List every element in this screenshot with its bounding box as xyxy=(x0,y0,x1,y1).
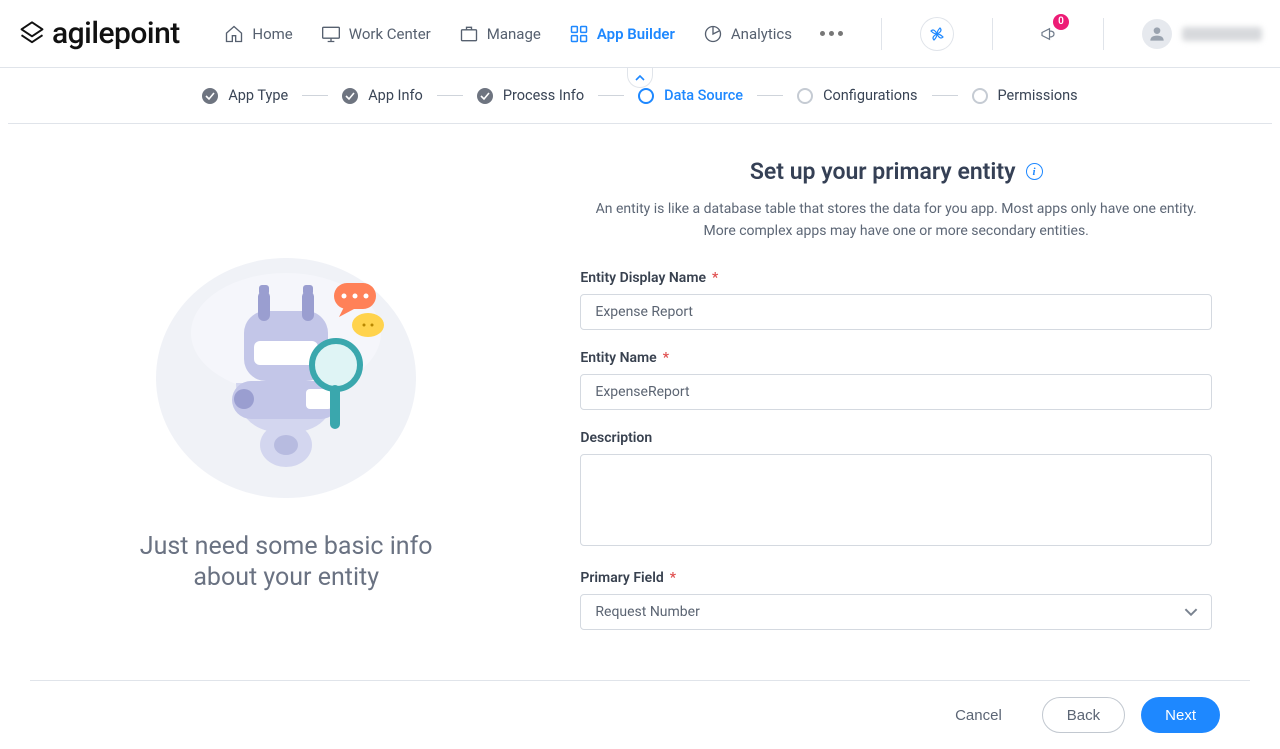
nav-home[interactable]: Home xyxy=(224,0,292,68)
notification-badge: 0 xyxy=(1053,14,1069,30)
step-data-source[interactable]: Data Source xyxy=(638,87,743,104)
step-connector xyxy=(302,95,328,96)
username-placeholder xyxy=(1182,27,1262,41)
main-nav: Home Work Center Manage App Builder Anal… xyxy=(224,0,1262,68)
header: agilepoint Home Work Center Manage App B… xyxy=(0,0,1280,68)
radio-current-icon xyxy=(638,88,654,104)
info-icon[interactable]: i xyxy=(1026,163,1043,180)
back-button[interactable]: Back xyxy=(1042,697,1125,733)
nav-label: Home xyxy=(252,25,292,43)
step-connector xyxy=(598,95,624,96)
avatar-icon xyxy=(1142,19,1172,49)
nav-workcenter[interactable]: Work Center xyxy=(321,0,431,68)
entity-display-name-input[interactable] xyxy=(580,294,1212,330)
apps-button[interactable] xyxy=(920,17,954,51)
step-app-type[interactable]: App Type xyxy=(202,87,288,104)
divider xyxy=(881,18,882,50)
content-area: Just need some basic info about your ent… xyxy=(0,124,1280,680)
home-icon xyxy=(224,24,244,44)
required-indicator: * xyxy=(663,350,669,366)
step-connector xyxy=(932,95,958,96)
step-connector xyxy=(437,95,463,96)
primary-field-label: Primary Field xyxy=(580,570,663,586)
required-indicator: * xyxy=(712,270,718,286)
grid-icon xyxy=(569,24,589,44)
entity-form: Entity Display Name * Entity Name * Descri… xyxy=(580,270,1212,630)
radio-empty-icon xyxy=(797,88,813,104)
form-panel: Set up your primary entity i An entity i… xyxy=(542,146,1250,680)
step-label: Process Info xyxy=(503,87,584,104)
step-configurations[interactable]: Configurations xyxy=(797,87,917,104)
user-menu[interactable] xyxy=(1142,19,1262,49)
step-label: App Type xyxy=(228,87,288,104)
step-process-info[interactable]: Process Info xyxy=(477,87,584,104)
required-indicator: * xyxy=(670,570,676,586)
step-label: Configurations xyxy=(823,87,917,104)
nav-more[interactable] xyxy=(820,31,843,36)
cancel-button[interactable]: Cancel xyxy=(931,697,1026,733)
nav-label: App Builder xyxy=(597,25,675,43)
next-button[interactable]: Next xyxy=(1141,697,1220,733)
wizard-footer: Cancel Back Next xyxy=(30,680,1250,749)
page-subtitle: An entity is like a database table that … xyxy=(580,199,1212,242)
nav-label: Analytics xyxy=(731,25,792,43)
entity-name-label: Entity Name xyxy=(580,350,656,366)
step-permissions[interactable]: Permissions xyxy=(972,87,1078,104)
step-app-info[interactable]: App Info xyxy=(342,87,423,104)
entity-name-input[interactable] xyxy=(580,374,1212,410)
description-label: Description xyxy=(580,430,652,446)
left-caption: Just need some basic info about your ent… xyxy=(136,531,436,594)
divider xyxy=(992,18,993,50)
robot-illustration xyxy=(146,233,426,513)
monitor-icon xyxy=(321,24,341,44)
step-connector xyxy=(757,95,783,96)
check-icon xyxy=(342,88,358,104)
nav-label: Manage xyxy=(487,25,541,43)
left-panel: Just need some basic info about your ent… xyxy=(30,146,542,680)
description-input[interactable] xyxy=(580,454,1212,546)
notifications-button[interactable]: 0 xyxy=(1031,17,1065,51)
nav-label: Work Center xyxy=(349,25,431,43)
check-icon xyxy=(202,88,218,104)
radio-empty-icon xyxy=(972,88,988,104)
pinwheel-icon xyxy=(928,25,946,43)
step-label: App Info xyxy=(368,87,423,104)
check-icon xyxy=(477,88,493,104)
logo[interactable]: agilepoint xyxy=(18,16,180,51)
briefcase-icon xyxy=(459,24,479,44)
page-title: Set up your primary entity xyxy=(750,158,1016,185)
nav-manage[interactable]: Manage xyxy=(459,0,541,68)
primary-field-select[interactable]: Request Number xyxy=(580,594,1212,630)
nav-analytics[interactable]: Analytics xyxy=(703,0,792,68)
logo-icon xyxy=(18,20,46,48)
nav-appbuilder[interactable]: App Builder xyxy=(569,0,675,68)
pie-icon xyxy=(703,24,723,44)
divider xyxy=(1103,18,1104,50)
display-name-label: Entity Display Name xyxy=(580,270,706,286)
chevron-up-icon xyxy=(635,73,645,83)
step-label: Data Source xyxy=(664,87,743,104)
step-label: Permissions xyxy=(998,87,1078,104)
logo-text: agilepoint xyxy=(52,16,180,51)
